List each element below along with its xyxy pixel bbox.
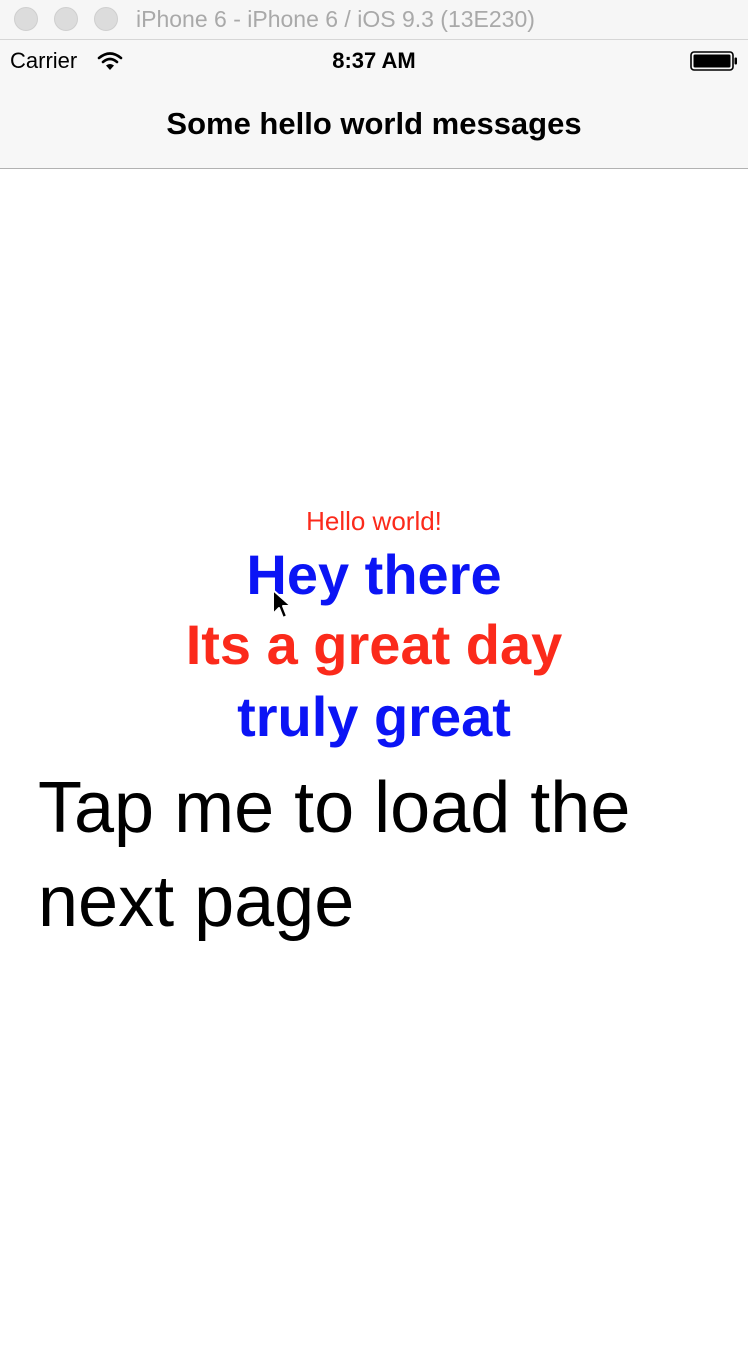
- window-titlebar: iPhone 6 - iPhone 6 / iOS 9.3 (13E230): [0, 0, 748, 40]
- next-page-link[interactable]: Tap me to load the next page: [38, 761, 718, 949]
- great-day-message: Its a great day: [185, 613, 563, 676]
- main-content: Hello world! Hey there Its a great day t…: [0, 169, 748, 1368]
- status-bar: Carrier 8:37 AM: [0, 40, 748, 82]
- status-time: 8:37 AM: [332, 48, 416, 73]
- zoom-button[interactable]: [94, 7, 118, 31]
- hello-world-message: Hello world!: [306, 506, 442, 536]
- battery-icon: [690, 51, 737, 71]
- window-title: iPhone 6 - iPhone 6 / iOS 9.3 (13E230): [136, 6, 535, 32]
- simulator-window: iPhone 6 - iPhone 6 / iOS 9.3 (13E230) C…: [0, 0, 748, 1368]
- truly-great-message: truly great: [237, 685, 511, 748]
- close-button[interactable]: [14, 7, 38, 31]
- hey-there-message: Hey there: [246, 543, 502, 606]
- navigation-bar: Some hello world messages: [0, 82, 748, 169]
- minimize-button[interactable]: [54, 7, 78, 31]
- page-title: Some hello world messages: [166, 106, 582, 141]
